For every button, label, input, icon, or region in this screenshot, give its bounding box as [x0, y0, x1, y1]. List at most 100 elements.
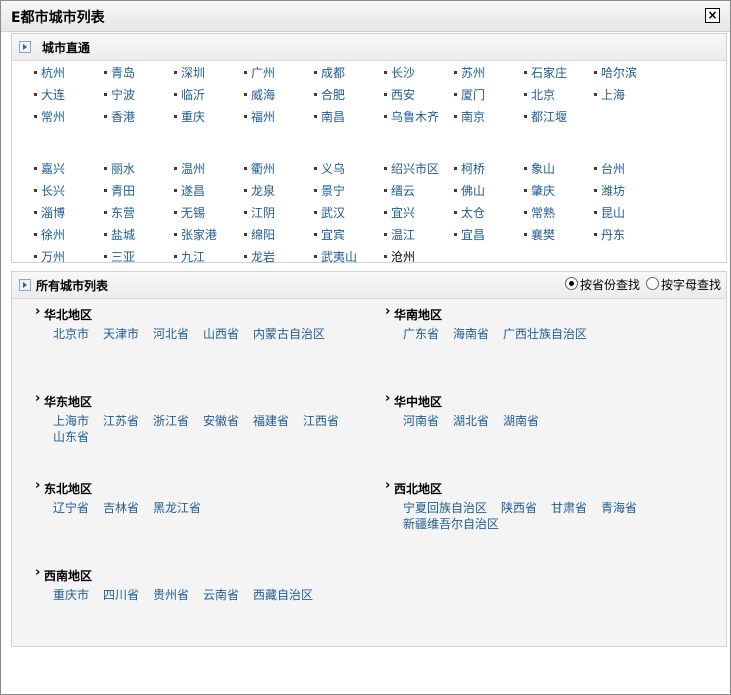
province-link[interactable]: 吉林省 [103, 499, 139, 516]
city-link[interactable]: 丽水 [103, 160, 135, 177]
province-link[interactable]: 重庆市 [53, 586, 89, 603]
city-link[interactable]: 威海 [243, 86, 275, 103]
city-link[interactable]: 宜昌 [453, 226, 485, 243]
city-link[interactable]: 淄博 [33, 204, 65, 221]
province-link[interactable]: 河南省 [403, 412, 439, 429]
city-link[interactable]: 徐州 [33, 226, 65, 243]
city-link[interactable]: 青岛 [103, 64, 135, 81]
city-link[interactable]: 台州 [593, 160, 625, 177]
province-link[interactable]: 甘肃省 [551, 499, 587, 516]
province-link[interactable]: 江西省 [303, 412, 339, 429]
city-link[interactable]: 丹东 [593, 226, 625, 243]
city-link[interactable]: 张家港 [173, 226, 217, 243]
city-link[interactable]: 石家庄 [523, 64, 567, 81]
city-link[interactable]: 南昌 [313, 108, 345, 125]
province-link[interactable]: 湖北省 [453, 412, 489, 429]
city-link[interactable]: 龙岩 [243, 248, 275, 265]
city-link[interactable]: 长沙 [383, 64, 415, 81]
close-button[interactable]: × [705, 8, 720, 23]
province-link[interactable]: 江苏省 [103, 412, 139, 429]
city-link[interactable]: 合肥 [313, 86, 345, 103]
province-link[interactable]: 北京市 [53, 325, 89, 342]
by-letter-radio[interactable] [646, 277, 659, 290]
city-link[interactable]: 嘉兴 [33, 160, 65, 177]
province-link[interactable]: 湖南省 [503, 412, 539, 429]
expand-toggle-icon[interactable] [19, 279, 31, 291]
city-link[interactable]: 深圳 [173, 64, 205, 81]
city-link[interactable]: 江阴 [243, 204, 275, 221]
city-link[interactable]: 武汉 [313, 204, 345, 221]
city-link[interactable]: 大连 [33, 86, 65, 103]
province-link[interactable]: 天津市 [103, 325, 139, 342]
province-link[interactable]: 广西壮族自治区 [503, 325, 587, 342]
province-link[interactable]: 安徽省 [203, 412, 239, 429]
province-link[interactable]: 广东省 [403, 325, 439, 342]
city-link[interactable]: 肇庆 [523, 182, 555, 199]
city-link[interactable]: 宜宾 [313, 226, 345, 243]
city-link[interactable]: 常州 [33, 108, 65, 125]
city-link[interactable]: 苏州 [453, 64, 485, 81]
city-link[interactable]: 香港 [103, 108, 135, 125]
city-link[interactable]: 无锡 [173, 204, 205, 221]
province-link[interactable]: 山东省 [53, 428, 89, 445]
city-link[interactable]: 温州 [173, 160, 205, 177]
city-link[interactable]: 九江 [173, 248, 205, 265]
city-link[interactable]: 厦门 [453, 86, 485, 103]
city-link[interactable]: 武夷山 [313, 248, 357, 265]
city-link[interactable]: 佛山 [453, 182, 485, 199]
city-link[interactable]: 乌鲁木齐 [383, 108, 439, 125]
province-link[interactable]: 河北省 [153, 325, 189, 342]
city-link[interactable]: 宁波 [103, 86, 135, 103]
province-link[interactable]: 黑龙江省 [153, 499, 201, 516]
city-link[interactable]: 广州 [243, 64, 275, 81]
province-link[interactable]: 云南省 [203, 586, 239, 603]
city-link[interactable]: 常熟 [523, 204, 555, 221]
province-link[interactable]: 上海市 [53, 412, 89, 429]
city-link[interactable]: 上海 [593, 86, 625, 103]
city-link[interactable]: 绵阳 [243, 226, 275, 243]
city-link[interactable]: 青田 [103, 182, 135, 199]
city-link[interactable]: 义乌 [313, 160, 345, 177]
city-link[interactable]: 南京 [453, 108, 485, 125]
province-link[interactable]: 陕西省 [501, 499, 537, 516]
city-link[interactable]: 景宁 [313, 182, 345, 199]
city-link[interactable]: 绍兴市区 [383, 160, 439, 177]
province-link[interactable]: 辽宁省 [53, 499, 89, 516]
city-link[interactable]: 柯桥 [453, 160, 485, 177]
city-link[interactable]: 衢州 [243, 160, 275, 177]
province-link[interactable]: 福建省 [253, 412, 289, 429]
city-link[interactable]: 长兴 [33, 182, 65, 199]
province-link[interactable]: 贵州省 [153, 586, 189, 603]
city-link[interactable]: 宜兴 [383, 204, 415, 221]
city-link[interactable]: 杭州 [33, 64, 65, 81]
city-link[interactable]: 遂昌 [173, 182, 205, 199]
city-link[interactable]: 哈尔滨 [593, 64, 637, 81]
city-link[interactable]: 昆山 [593, 204, 625, 221]
expand-toggle-icon[interactable] [19, 41, 31, 53]
city-link[interactable]: 北京 [523, 86, 555, 103]
province-link[interactable]: 宁夏回族自治区 [403, 499, 487, 516]
city-link[interactable]: 万州 [33, 248, 65, 265]
city-link[interactable]: 西安 [383, 86, 415, 103]
city-link[interactable]: 襄樊 [523, 226, 555, 243]
city-link[interactable]: 温江 [383, 226, 415, 243]
province-link[interactable]: 西藏自治区 [253, 586, 313, 603]
city-link[interactable]: 都江堰 [523, 108, 567, 125]
city-link[interactable]: 福州 [243, 108, 275, 125]
city-link[interactable]: 临沂 [173, 86, 205, 103]
province-link[interactable]: 海南省 [453, 325, 489, 342]
city-link[interactable]: 成都 [313, 64, 345, 81]
city-link[interactable]: 缙云 [383, 182, 415, 199]
city-link[interactable]: 重庆 [173, 108, 205, 125]
city-link[interactable]: 象山 [523, 160, 555, 177]
city-link[interactable]: 东营 [103, 204, 135, 221]
city-link[interactable]: 沧州 [383, 248, 415, 265]
province-link[interactable]: 内蒙古自治区 [253, 325, 325, 342]
province-link[interactable]: 山西省 [203, 325, 239, 342]
city-link[interactable]: 潍坊 [593, 182, 625, 199]
province-link[interactable]: 四川省 [103, 586, 139, 603]
province-link[interactable]: 新疆维吾尔自治区 [403, 515, 499, 532]
by-province-radio[interactable] [565, 277, 578, 290]
city-link[interactable]: 太仓 [453, 204, 485, 221]
city-link[interactable]: 三亚 [103, 248, 135, 265]
